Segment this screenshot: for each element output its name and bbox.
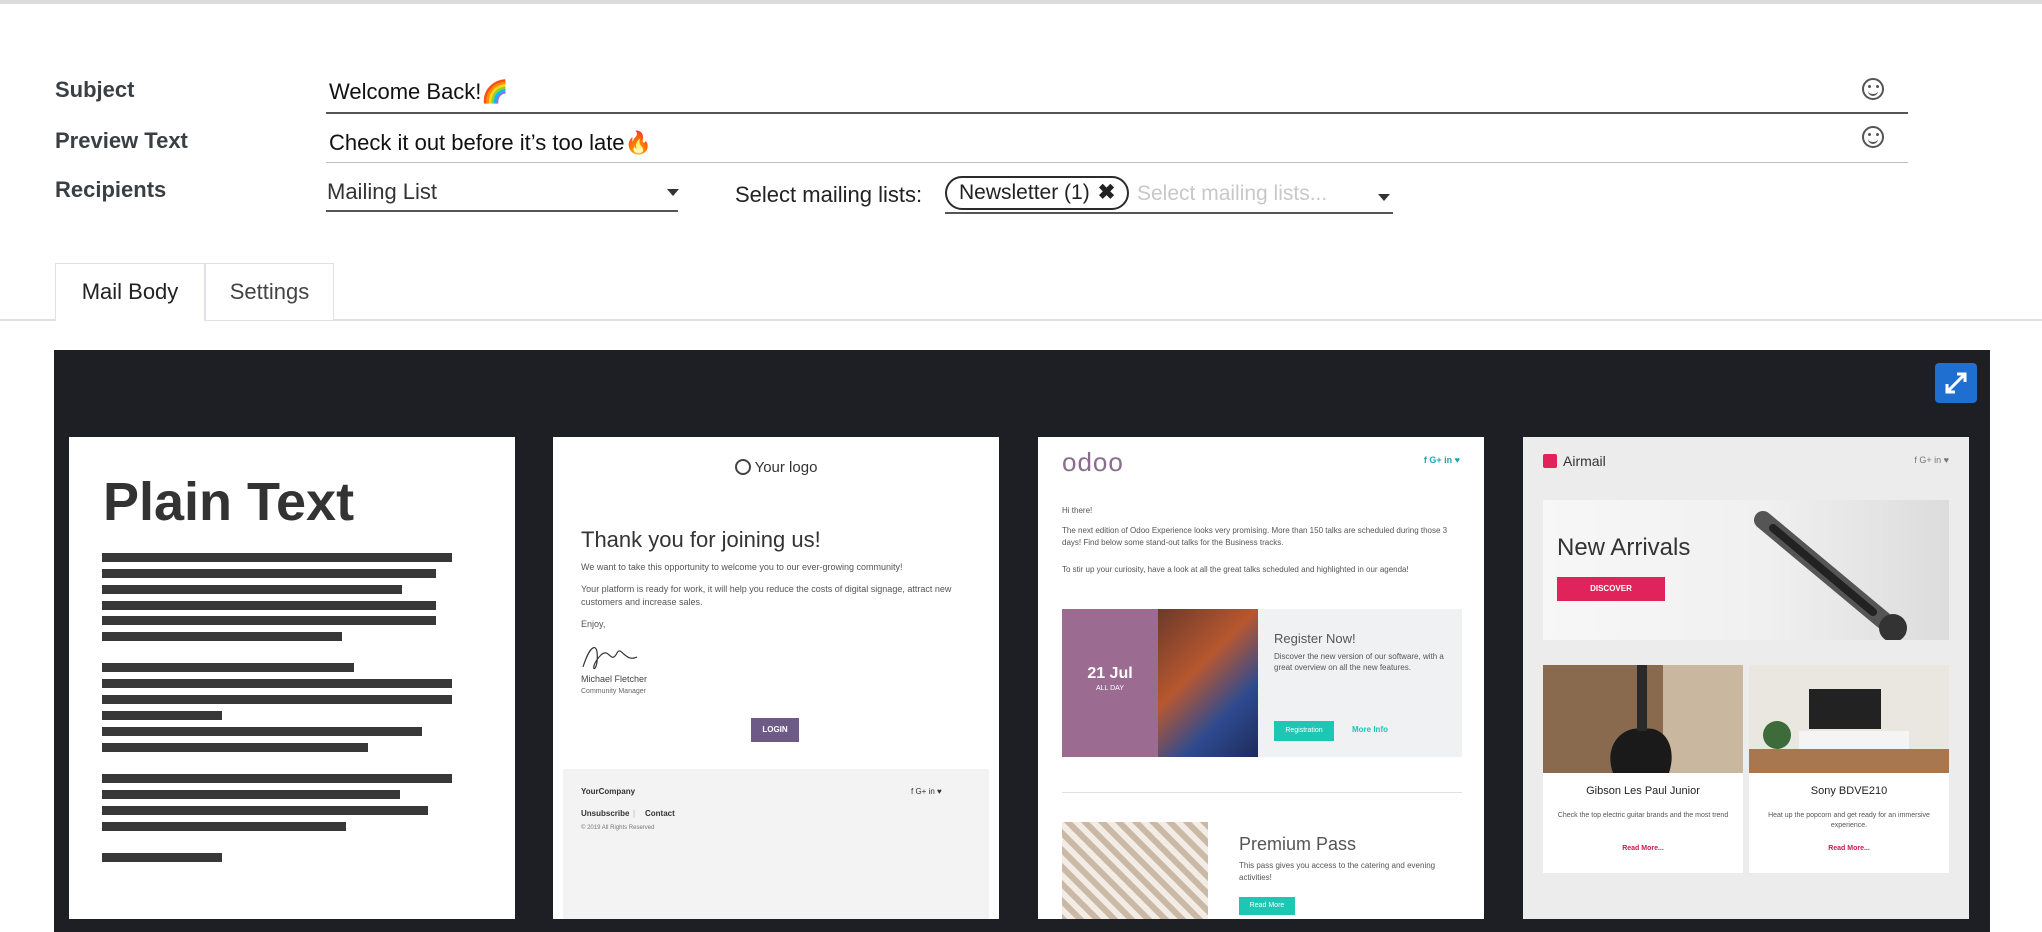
text-line bbox=[102, 727, 422, 736]
mailing-list-tag-label: Newsletter (1) bbox=[959, 181, 1090, 204]
pass-title: Premium Pass bbox=[1239, 834, 1357, 854]
text-line bbox=[102, 774, 452, 783]
airmail-hero: New Arrivals DISCOVER bbox=[1543, 500, 1949, 640]
fullscreen-button[interactable] bbox=[1935, 363, 1977, 403]
event-card-text: Discover the new version of our software… bbox=[1274, 652, 1444, 672]
product-link: Read More... bbox=[1828, 845, 1870, 852]
text-line bbox=[102, 616, 436, 625]
welcome-heading: Thank you for joining us! bbox=[581, 527, 821, 552]
turntable-arm-image bbox=[1754, 511, 1907, 640]
signer-role: Community Manager bbox=[581, 688, 646, 695]
text-line bbox=[102, 601, 436, 610]
event-paragraph: To stir up your curiosity, have a look a… bbox=[1062, 565, 1409, 574]
tab-settings[interactable]: Settings bbox=[205, 263, 334, 321]
subject-emoji-icon[interactable] bbox=[1862, 78, 1884, 100]
footer-copyright: © 2019 All Rights Reserved bbox=[581, 825, 655, 831]
plain-text-title: Plain Text bbox=[103, 472, 355, 532]
footer-company: YourCompany bbox=[581, 787, 636, 796]
welcome-paragraph: We want to take this opportunity to welc… bbox=[581, 562, 903, 572]
text-line bbox=[102, 553, 452, 562]
airmail-social-icons: f G+ in ♥ bbox=[1914, 455, 1949, 465]
subject-label: Subject bbox=[55, 77, 135, 102]
welcome-paragraph: Enjoy, bbox=[581, 619, 606, 629]
product-desc: Heat up the popcorn and get ready for an… bbox=[1768, 812, 1930, 829]
welcome-footer: YourCompany f G+ in ♥ Unsubscribe | Cont… bbox=[563, 769, 989, 919]
registration-button: Registration bbox=[1274, 721, 1334, 741]
text-line bbox=[102, 853, 222, 862]
mailing-lists-caret-down-icon[interactable] bbox=[1378, 194, 1390, 201]
more-info-link: More Info bbox=[1352, 725, 1388, 734]
product-link: Read More... bbox=[1622, 845, 1664, 852]
footer-unsubscribe: Unsubscribe bbox=[581, 809, 630, 818]
template-welcome[interactable]: Your logo Thank you for joining us! We w… bbox=[553, 437, 999, 919]
odoo-logo: odoo bbox=[1062, 447, 1124, 477]
text-line bbox=[102, 711, 222, 720]
product-name: Sony BDVE210 bbox=[1810, 785, 1888, 797]
mailing-lists-label: Select mailing lists: bbox=[735, 182, 923, 207]
preview-emoji-icon[interactable] bbox=[1862, 126, 1884, 148]
product-desc: Check the top electric guitar brands and… bbox=[1557, 812, 1729, 819]
event-greeting: Hi there! bbox=[1062, 506, 1093, 515]
template-event[interactable]: odoo f G+ in ♥ Hi there! The next editio… bbox=[1038, 437, 1484, 919]
text-line bbox=[102, 632, 342, 641]
pass-text: This pass gives you access to the cateri… bbox=[1239, 861, 1436, 882]
footer-separator: | bbox=[633, 809, 636, 818]
product-card: Sony BDVE210 Heat up the popcorn and get… bbox=[1749, 665, 1949, 873]
subject-input[interactable] bbox=[326, 72, 1908, 114]
footer-social-icons: f G+ in ♥ bbox=[911, 787, 942, 796]
welcome-logo: Your logo bbox=[553, 459, 999, 476]
product-card: Gibson Les Paul Junior Check the top ele… bbox=[1543, 665, 1743, 873]
subject-value: Welcome Back!🌈 bbox=[329, 79, 509, 104]
event-date: 21 Jul bbox=[1087, 665, 1133, 682]
event-date-sub: ALL DAY bbox=[1095, 685, 1124, 692]
tab-mail-body[interactable]: Mail Body bbox=[55, 263, 205, 322]
text-line bbox=[102, 743, 368, 752]
mailing-list-tag: Newsletter (1) ✖ bbox=[945, 176, 1130, 210]
mailing-lists-placeholder: Select mailing lists... bbox=[1137, 182, 1328, 205]
text-line bbox=[102, 806, 428, 815]
hero-title: New Arrivals bbox=[1557, 534, 1691, 561]
event-social-icons: f G+ in ♥ bbox=[1423, 455, 1460, 465]
text-line bbox=[102, 585, 402, 594]
event-photo bbox=[1158, 609, 1258, 757]
text-line bbox=[102, 790, 400, 799]
pass-photo bbox=[1062, 822, 1208, 919]
text-line bbox=[102, 695, 452, 704]
discover-button: DISCOVER bbox=[1557, 577, 1665, 601]
preview-text-value: Check it out before it’s too late🔥 bbox=[329, 130, 652, 155]
text-line bbox=[102, 822, 346, 831]
preview-text-label: Preview Text bbox=[55, 128, 188, 153]
template-airmail[interactable]: Airmail f G+ in ♥ New Arrivals DISCOVER … bbox=[1523, 437, 1969, 919]
product-name: Gibson Les Paul Junior bbox=[1586, 785, 1700, 797]
recipients-label: Recipients bbox=[55, 177, 167, 202]
event-date-block: 21 Jul ALL DAY bbox=[1062, 609, 1158, 757]
welcome-paragraph: Your platform is ready for work, it will… bbox=[581, 584, 952, 607]
pass-button: Read More bbox=[1239, 897, 1295, 915]
recipients-caret-down-icon[interactable] bbox=[667, 189, 679, 196]
event-paragraph: The next edition of Odoo Experience look… bbox=[1062, 526, 1448, 547]
tv-room-image bbox=[1749, 665, 1949, 773]
signer-name: Michael Fletcher bbox=[581, 674, 648, 684]
airmail-logo: Airmail bbox=[1543, 453, 1606, 469]
footer-contact: Contact bbox=[645, 809, 675, 818]
guitar-image bbox=[1543, 665, 1743, 773]
text-line bbox=[102, 679, 452, 688]
top-border bbox=[0, 0, 2042, 4]
fullscreen-expand-icon bbox=[1945, 372, 1967, 394]
template-plain-text[interactable]: Plain Text bbox=[69, 437, 515, 919]
tag-remove-icon[interactable]: ✖ bbox=[1098, 181, 1116, 204]
signature-image bbox=[582, 647, 638, 670]
event-card: 21 Jul ALL DAY Register Now! Discover th… bbox=[1062, 609, 1462, 757]
logo-icon bbox=[734, 459, 751, 475]
divider bbox=[1062, 792, 1462, 793]
recipients-value: Mailing List bbox=[327, 179, 438, 204]
airmail-logo-icon bbox=[1543, 454, 1557, 468]
text-line bbox=[102, 663, 354, 672]
text-line bbox=[102, 569, 436, 578]
event-card-title: Register Now! bbox=[1274, 631, 1356, 646]
login-button: LOGIN bbox=[751, 718, 799, 742]
